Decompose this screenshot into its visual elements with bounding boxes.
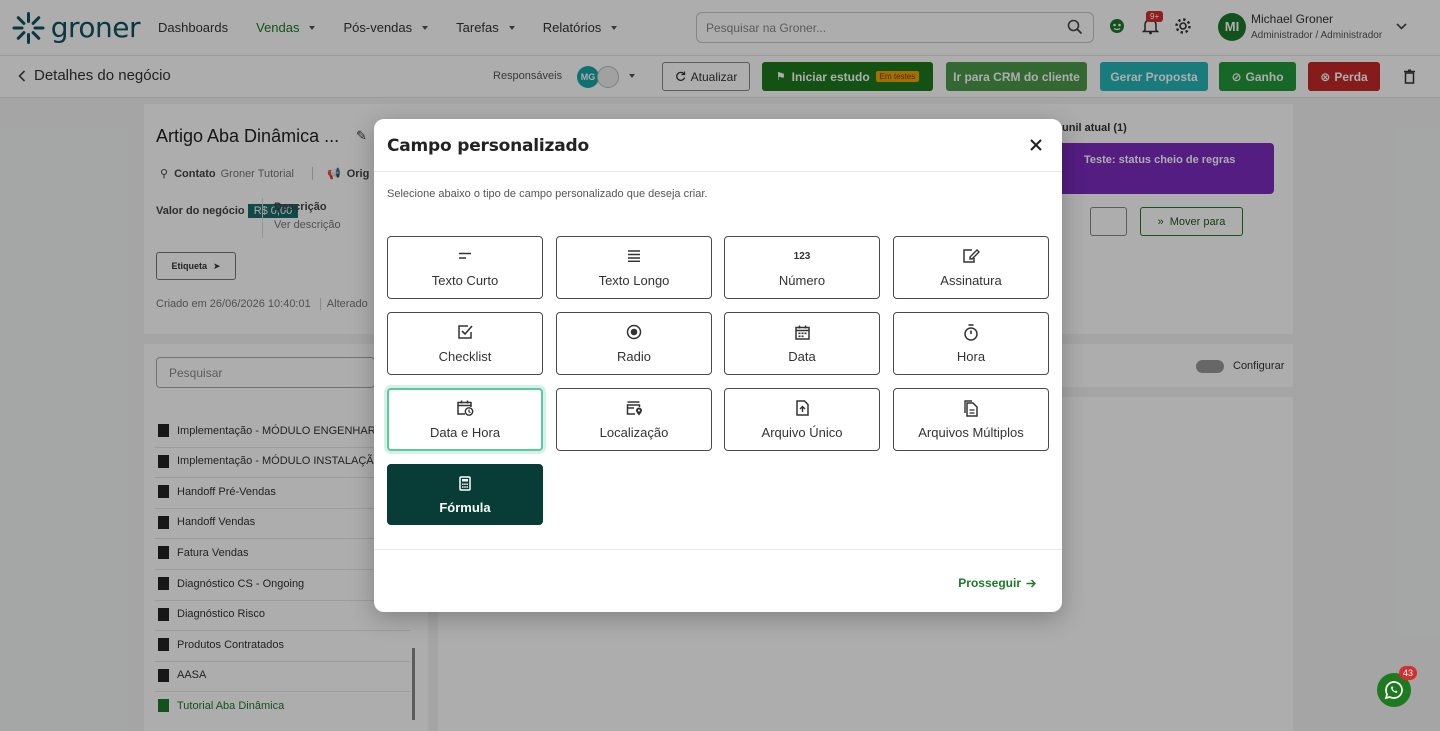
- field-type-arquivo-unico[interactable]: Arquivo Único: [724, 388, 880, 451]
- field-type-arquivos-multiplos[interactable]: Arquivos Múltiplos: [893, 388, 1049, 451]
- field-type-formula[interactable]: Fórmula: [387, 464, 543, 525]
- signature-icon: [963, 249, 980, 263]
- custom-field-modal: Campo personalizado Selecione abaixo o t…: [374, 119, 1062, 612]
- field-type-texto-longo[interactable]: Texto Longo: [556, 236, 712, 299]
- number-icon: 123: [793, 250, 811, 262]
- field-type-label: Fórmula: [439, 500, 491, 515]
- prosseguir-button[interactable]: Prosseguir: [958, 576, 1036, 590]
- field-type-label: Radio: [617, 349, 651, 364]
- button-label: Prosseguir: [958, 576, 1021, 590]
- file-upload-icon: [795, 400, 809, 416]
- field-type-label: Data e Hora: [429, 425, 501, 440]
- field-type-localizacao[interactable]: Localização: [556, 388, 712, 451]
- close-icon[interactable]: [1028, 137, 1044, 153]
- field-type-label: Data: [788, 349, 816, 364]
- long-text-icon: [628, 250, 640, 262]
- modal-title: Campo personalizado: [387, 136, 589, 156]
- modal-description: Selecione abaixo o tipo de campo persona…: [387, 188, 708, 200]
- stopwatch-icon: [964, 323, 978, 341]
- calendar-icon: [794, 325, 810, 340]
- field-type-checklist[interactable]: Checklist: [387, 312, 543, 375]
- calendar-clock-icon: [456, 400, 473, 416]
- field-type-numero[interactable]: 123 Número: [724, 236, 880, 299]
- field-type-data[interactable]: Data: [724, 312, 880, 375]
- whatsapp-badge: 43: [1399, 666, 1418, 680]
- calculator-icon: [459, 475, 471, 491]
- checklist-icon: [458, 325, 473, 339]
- files-icon: [964, 399, 978, 417]
- arrow-right-icon: [1026, 578, 1036, 588]
- field-type-label: Localização: [599, 425, 669, 440]
- field-type-texto-curto[interactable]: Texto Curto: [387, 236, 543, 299]
- modal-footer: Prosseguir: [374, 549, 1062, 612]
- location-icon: [626, 400, 642, 415]
- field-type-label: Arquivo Único: [761, 425, 843, 440]
- field-type-hora[interactable]: Hora: [893, 312, 1049, 375]
- field-type-radio[interactable]: Radio: [556, 312, 712, 375]
- whatsapp-icon: [1384, 681, 1403, 700]
- field-type-assinatura[interactable]: Assinatura: [893, 236, 1049, 299]
- short-text-icon: [459, 252, 471, 259]
- field-type-data-e-hora[interactable]: Data e Hora: [387, 388, 543, 451]
- field-type-label: Arquivos Múltiplos: [918, 425, 1024, 440]
- field-type-label: Checklist: [438, 349, 492, 364]
- field-type-label: Texto Longo: [598, 273, 670, 288]
- radio-icon: [626, 324, 642, 340]
- field-type-label: Número: [778, 273, 826, 288]
- field-type-label: Texto Curto: [431, 273, 499, 288]
- modal-header: Campo personalizado: [374, 119, 1062, 172]
- field-type-label: Assinatura: [940, 273, 1002, 288]
- field-type-label: Hora: [956, 349, 986, 364]
